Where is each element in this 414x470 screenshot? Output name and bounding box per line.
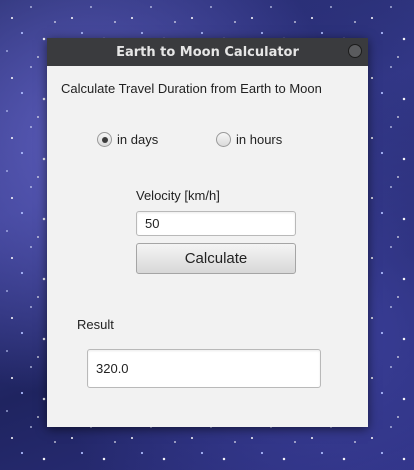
page-heading: Calculate Travel Duration from Earth to …: [61, 81, 322, 96]
velocity-label: Velocity [km/h]: [136, 188, 220, 203]
radio-in-days[interactable]: in days: [97, 132, 158, 147]
unit-radio-group: in days in hours: [97, 132, 327, 152]
close-window-button[interactable]: [348, 44, 362, 58]
result-field[interactable]: [87, 349, 321, 388]
result-label: Result: [77, 317, 114, 332]
radio-unselected-icon[interactable]: [216, 132, 231, 147]
calculator-window: Earth to Moon Calculator Calculate Trave…: [47, 38, 368, 427]
radio-in-days-label: in days: [117, 132, 159, 147]
radio-in-hours[interactable]: in hours: [216, 132, 282, 147]
radio-selected-icon[interactable]: [97, 132, 112, 147]
window-content: Calculate Travel Duration from Earth to …: [47, 66, 368, 427]
radio-in-hours-label: in hours: [236, 132, 283, 147]
window-title: Earth to Moon Calculator: [116, 44, 299, 60]
calculate-button[interactable]: Calculate: [136, 243, 296, 274]
title-bar[interactable]: Earth to Moon Calculator: [47, 38, 368, 66]
velocity-input[interactable]: [136, 211, 296, 236]
